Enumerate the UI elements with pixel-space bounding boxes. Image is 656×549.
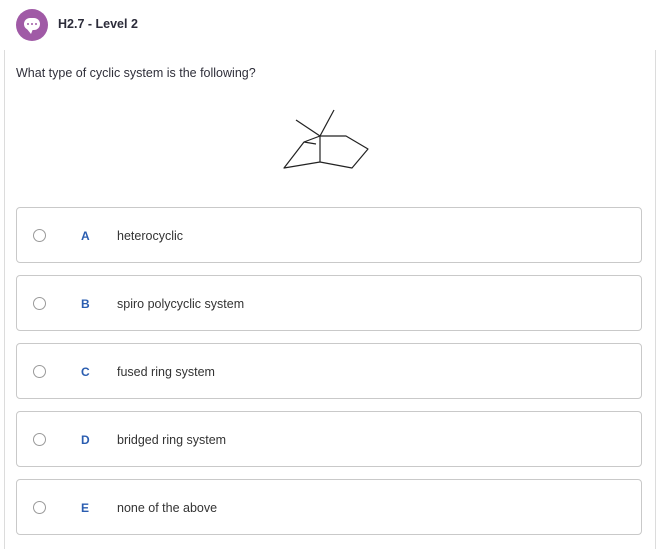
option-text: heterocyclic [117,229,183,243]
option-letter: E [81,501,90,515]
chat-bubble-shape [24,18,40,34]
radio-button[interactable] [33,501,46,514]
option-letter: C [81,365,90,379]
option-text: fused ring system [117,365,215,379]
answer-option-a[interactable]: A heterocyclic [16,207,642,263]
option-text: spiro polycyclic system [117,297,245,311]
chat-bubble-icon[interactable] [16,9,48,41]
answer-option-d[interactable]: D bridged ring system [16,411,642,467]
option-letter: B [81,297,90,311]
answer-option-b[interactable]: B spiro polycyclic system [16,275,642,331]
chat-dots [27,23,37,25]
radio-button[interactable] [33,433,46,446]
option-letter: D [81,433,90,447]
option-text: none of the above [117,501,218,515]
option-letter: A [81,229,90,243]
answer-option-c[interactable]: C fused ring system [16,343,642,399]
question-text: What type of cyclic system is the follow… [16,66,256,80]
page-title: H2.7 - Level 2 [58,17,138,31]
radio-button[interactable] [33,229,46,242]
radio-button[interactable] [33,297,46,310]
answer-option-e[interactable]: E none of the above [16,479,642,535]
option-text: bridged ring system [117,433,227,447]
norbornane-structure-image [283,109,369,169]
header: H2.7 - Level 2 [0,0,656,50]
radio-button[interactable] [33,365,46,378]
